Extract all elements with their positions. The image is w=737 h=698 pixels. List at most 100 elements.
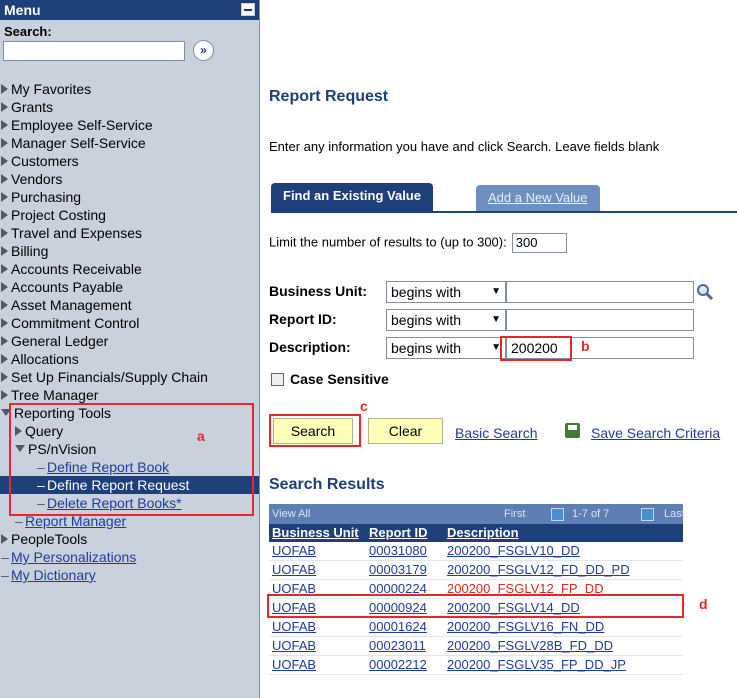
minimize-icon[interactable] <box>241 3 255 16</box>
business-unit-input[interactable] <box>506 281 694 303</box>
page-title: Report Request <box>269 88 389 105</box>
menu-item-my-favorites[interactable]: My Favorites <box>0 80 259 98</box>
menu-item-peopletools[interactable]: PeopleTools <box>0 530 259 548</box>
menu-item-accounts-receivable[interactable]: Accounts Receivable <box>0 260 259 278</box>
menu-header: Menu <box>0 0 259 20</box>
dash-icon: – <box>1 567 9 583</box>
menu-item-purchasing[interactable]: Purchasing <box>0 188 259 206</box>
clear-button[interactable]: Clear <box>368 418 443 444</box>
triangle-right-icon <box>1 534 8 545</box>
dash-icon: – <box>1 549 9 565</box>
triangle-right-icon <box>1 228 8 239</box>
menu-item-tree-manager[interactable]: Tree Manager <box>0 386 259 404</box>
next-icon[interactable] <box>641 508 654 521</box>
triangle-right-icon <box>1 318 8 329</box>
case-sensitive-row[interactable]: Case Sensitive <box>271 371 389 387</box>
case-sensitive-checkbox[interactable] <box>271 372 284 386</box>
tab-add-new-value[interactable]: Add a New Value <box>476 185 600 211</box>
triangle-right-icon <box>1 120 8 131</box>
menu-item-accounts-payable[interactable]: Accounts Payable <box>0 278 259 296</box>
description-row: Description: begins with ▼ 200200 <box>269 337 729 359</box>
business-unit-label: Business Unit: <box>269 283 368 299</box>
report-id-input[interactable] <box>506 309 694 331</box>
grid-column-headers: Business Unit Report ID Description <box>269 524 683 542</box>
triangle-right-icon <box>1 138 8 149</box>
triangle-right-icon <box>1 354 8 365</box>
tab-bar: Find an Existing Value Add a New Value <box>271 183 737 213</box>
annotation-label-c: c <box>360 398 368 414</box>
triangle-right-icon <box>1 84 8 95</box>
report-id-operator-select[interactable]: begins with ▼ <box>386 309 506 331</box>
triangle-right-icon <box>1 246 8 257</box>
search-results-title: Search Results <box>269 476 385 493</box>
business-unit-operator-select[interactable]: begins with ▼ <box>386 281 506 303</box>
save-search-criteria-link[interactable]: Save Search Criteria <box>591 425 720 441</box>
results-grid: View All First 1-7 of 7 Last Business Un… <box>269 504 685 675</box>
menu-item-grants[interactable]: Grants <box>0 98 259 116</box>
menu-item-customers[interactable]: Customers <box>0 152 259 170</box>
view-all-link[interactable]: View All <box>272 504 310 524</box>
limit-label: Limit the number of results to (up to 30… <box>269 234 507 250</box>
column-header-description[interactable]: Description <box>447 524 519 542</box>
limit-row: Limit the number of results to (up to 30… <box>269 233 567 253</box>
annotation-box-b <box>500 336 572 361</box>
triangle-right-icon <box>1 102 8 113</box>
table-row[interactable]: UOFAB 00002212 200200_FSGLV35_FP_DD_JP <box>269 656 683 675</box>
table-row[interactable]: UOFAB 00031080 200200_FSGLV10_DD <box>269 542 683 561</box>
report-id-row: Report ID: begins with ▼ <box>269 309 729 331</box>
triangle-right-icon <box>1 192 8 203</box>
sidebar-menu: Menu Search: » My Favorites Grants Emplo… <box>0 0 260 698</box>
case-sensitive-label: Case Sensitive <box>290 371 389 387</box>
annotation-box-a <box>9 403 254 516</box>
triangle-right-icon <box>1 336 8 347</box>
description-label: Description: <box>269 339 351 355</box>
chevron-down-icon: ▼ <box>491 286 501 297</box>
menu-item-employee-self-service[interactable]: Employee Self-Service <box>0 116 259 134</box>
tab-find-existing-value[interactable]: Find an Existing Value <box>271 183 433 211</box>
last-label: Last <box>664 508 685 520</box>
menu-item-allocations[interactable]: Allocations <box>0 350 259 368</box>
annotation-box-d <box>267 594 684 618</box>
triangle-right-icon <box>1 156 8 167</box>
menu-search-go-button[interactable]: » <box>193 40 214 61</box>
save-disk-icon[interactable] <box>565 423 580 438</box>
report-id-label: Report ID: <box>269 311 337 327</box>
row-count: 1-7 of 7 <box>572 508 610 520</box>
menu-item-set-up-financials[interactable]: Set Up Financials/Supply Chain <box>0 368 259 386</box>
table-row[interactable]: UOFAB 00023011 200200_FSGLV28B_FD_DD <box>269 637 683 656</box>
menu-item-manager-self-service[interactable]: Manager Self-Service <box>0 134 259 152</box>
business-unit-row: Business Unit: begins with ▼ <box>269 281 729 303</box>
annotation-label-d: d <box>699 596 708 612</box>
annotation-label-a: a <box>197 428 205 444</box>
lookup-magnifier-icon[interactable] <box>696 283 714 301</box>
menu-item-my-dictionary[interactable]: – My Dictionary <box>0 566 259 584</box>
menu-item-vendors[interactable]: Vendors <box>0 170 259 188</box>
menu-item-general-ledger[interactable]: General Ledger <box>0 332 259 350</box>
triangle-right-icon <box>1 390 8 401</box>
grid-nav-bar: View All First 1-7 of 7 Last <box>269 504 685 524</box>
limit-input[interactable]: 300 <box>511 233 567 253</box>
menu-item-asset-management[interactable]: Asset Management <box>0 296 259 314</box>
menu-item-travel-and-expenses[interactable]: Travel and Expenses <box>0 224 259 242</box>
column-header-business-unit[interactable]: Business Unit <box>272 524 359 542</box>
triangle-right-icon <box>1 282 8 293</box>
description-operator-select[interactable]: begins with ▼ <box>386 337 506 359</box>
menu-item-commitment-control[interactable]: Commitment Control <box>0 314 259 332</box>
menu-item-project-costing[interactable]: Project Costing <box>0 206 259 224</box>
triangle-right-icon <box>1 264 8 275</box>
previous-icon[interactable] <box>551 508 564 521</box>
menu-item-billing[interactable]: Billing <box>0 242 259 260</box>
triangle-right-icon <box>1 174 8 185</box>
table-row[interactable]: UOFAB 00001624 200200_FSGLV16_FN_DD <box>269 618 683 637</box>
basic-search-link[interactable]: Basic Search <box>455 425 537 441</box>
menu-item-my-personalizations[interactable]: – My Personalizations <box>0 548 259 566</box>
menu-search-input[interactable] <box>3 41 185 61</box>
table-row[interactable]: UOFAB 00003179 200200_FSGLV12_FD_DD_PD <box>269 561 683 580</box>
instructions-text: Enter any information you have and click… <box>269 139 660 154</box>
column-header-report-id[interactable]: Report ID <box>369 524 428 542</box>
triangle-right-icon <box>1 372 8 383</box>
triangle-right-icon <box>1 300 8 311</box>
menu-title: Menu <box>4 2 41 18</box>
menu-search-label: Search: <box>4 24 52 39</box>
chevron-down-icon: ▼ <box>491 314 501 325</box>
